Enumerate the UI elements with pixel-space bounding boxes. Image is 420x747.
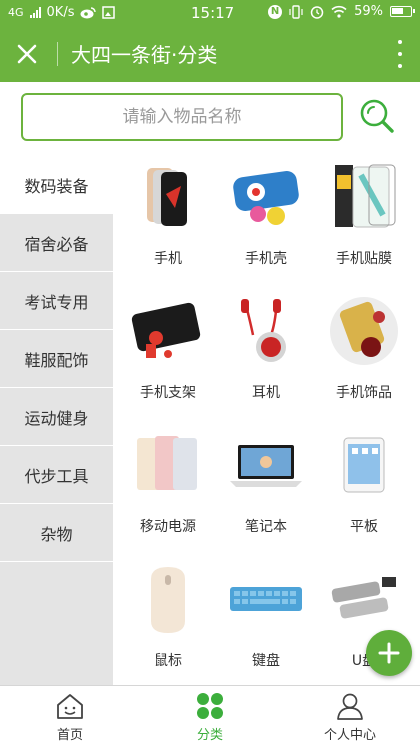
tab-home-label: 首页 <box>56 728 83 743</box>
product-label: 耳机 <box>252 385 280 401</box>
tab-profile-label: 个人中心 <box>323 728 376 743</box>
product-label: 手机壳 <box>245 251 287 267</box>
battery-percent: 59% <box>354 4 383 19</box>
title-divider <box>57 42 58 66</box>
close-icon <box>17 44 37 64</box>
product-keyboard[interactable]: 键盘 <box>221 558 311 685</box>
home-icon <box>57 694 83 719</box>
product-label: 键盘 <box>252 653 280 669</box>
phone-accessory-icon <box>324 294 404 368</box>
product-label: 手机贴膜 <box>336 251 392 267</box>
more-dot-icon <box>398 52 402 56</box>
sidebar-item-misc[interactable]: 杂物 <box>0 504 113 562</box>
sidebar-item-apparel[interactable]: 鞋服配饰 <box>0 330 113 388</box>
alarm-icon <box>310 5 324 19</box>
nfc-icon: N <box>268 4 283 19</box>
sidebar-item-sports[interactable]: 运动健身 <box>0 388 113 446</box>
category-icon <box>197 693 223 719</box>
plus-icon <box>378 642 400 664</box>
more-menu-button[interactable] <box>396 40 404 68</box>
earphones-icon <box>226 294 306 368</box>
vibrate-icon <box>289 4 303 19</box>
keyboard-icon <box>226 562 306 636</box>
tablet-icon <box>324 428 404 502</box>
page-title: 大四一条街·分类 <box>71 43 218 67</box>
search-input[interactable] <box>21 93 343 141</box>
sidebar-item-transport[interactable]: 代步工具 <box>0 446 113 504</box>
category-sidebar: 数码装备 宿舍必备 考试专用 鞋服配饰 运动健身 代步工具 杂物 <box>0 156 113 685</box>
tab-category-label: 分类 <box>196 728 223 743</box>
product-label: 手机支架 <box>140 385 196 401</box>
product-laptop[interactable]: 笔记本 <box>221 424 311 558</box>
product-label: 手机饰品 <box>336 385 392 401</box>
close-button[interactable] <box>12 39 42 69</box>
sidebar-item-exam[interactable]: 考试专用 <box>0 272 113 330</box>
product-grid: 手机 手机壳 手机贴膜 手机支架 耳机 手机饰品 移动电源 笔记本 平板 鼠标 … <box>113 156 420 685</box>
product-screen-film[interactable]: 手机贴膜 <box>319 156 409 290</box>
more-dot-icon <box>398 64 402 68</box>
more-dot-icon <box>398 40 402 44</box>
image-icon <box>102 6 116 19</box>
search-bar <box>0 82 420 154</box>
product-label: 鼠标 <box>154 653 182 669</box>
product-earphones[interactable]: 耳机 <box>221 290 311 424</box>
user-icon <box>337 693 363 720</box>
add-item-button[interactable] <box>366 630 412 676</box>
sidebar-item-digital[interactable]: 数码装备 <box>0 156 113 214</box>
mouse-icon <box>128 562 208 636</box>
product-label: 平板 <box>350 519 378 535</box>
product-mouse[interactable]: 鼠标 <box>123 558 213 685</box>
product-label: 笔记本 <box>245 519 287 535</box>
sidebar-item-dorm[interactable]: 宿舍必备 <box>0 214 113 272</box>
tab-category[interactable]: 分类 <box>140 686 280 747</box>
screen-film-icon <box>324 160 404 234</box>
product-label: 移动电源 <box>140 519 196 535</box>
laptop-icon <box>226 428 306 502</box>
product-power-bank[interactable]: 移动电源 <box>123 424 213 558</box>
phone-stand-icon <box>128 294 208 368</box>
product-grid-area: 手机 手机壳 手机贴膜 手机支架 耳机 手机饰品 移动电源 笔记本 平板 鼠标 … <box>113 156 420 685</box>
app-bar: 大四一条街·分类 <box>0 26 420 82</box>
product-phone-stand[interactable]: 手机支架 <box>123 290 213 424</box>
product-phone[interactable]: 手机 <box>123 156 213 290</box>
bottom-tab-bar: 首页 分类 个人中心 <box>0 685 420 747</box>
search-button[interactable] <box>358 97 396 135</box>
product-tablet[interactable]: 平板 <box>319 424 409 558</box>
wifi-icon <box>331 5 347 18</box>
power-bank-icon <box>128 428 208 502</box>
product-phone-case[interactable]: 手机壳 <box>221 156 311 290</box>
search-icon <box>360 99 394 133</box>
signal-icon <box>29 7 41 18</box>
product-phone-accessory[interactable]: 手机饰品 <box>319 290 409 424</box>
clock: 15:17 <box>191 4 235 22</box>
usb-drive-icon <box>324 562 404 636</box>
tab-home[interactable]: 首页 <box>0 686 140 747</box>
product-label: 手机 <box>154 251 182 267</box>
network-type: 4G <box>8 6 24 19</box>
battery-icon <box>390 6 415 17</box>
tab-profile[interactable]: 个人中心 <box>280 686 420 747</box>
status-bar: 4G 0K/s 15:17 N 59% <box>0 0 420 26</box>
phone-icon <box>128 160 208 234</box>
weibo-icon <box>80 7 97 19</box>
network-speed: 0K/s <box>46 5 75 20</box>
phone-case-icon <box>226 160 306 234</box>
